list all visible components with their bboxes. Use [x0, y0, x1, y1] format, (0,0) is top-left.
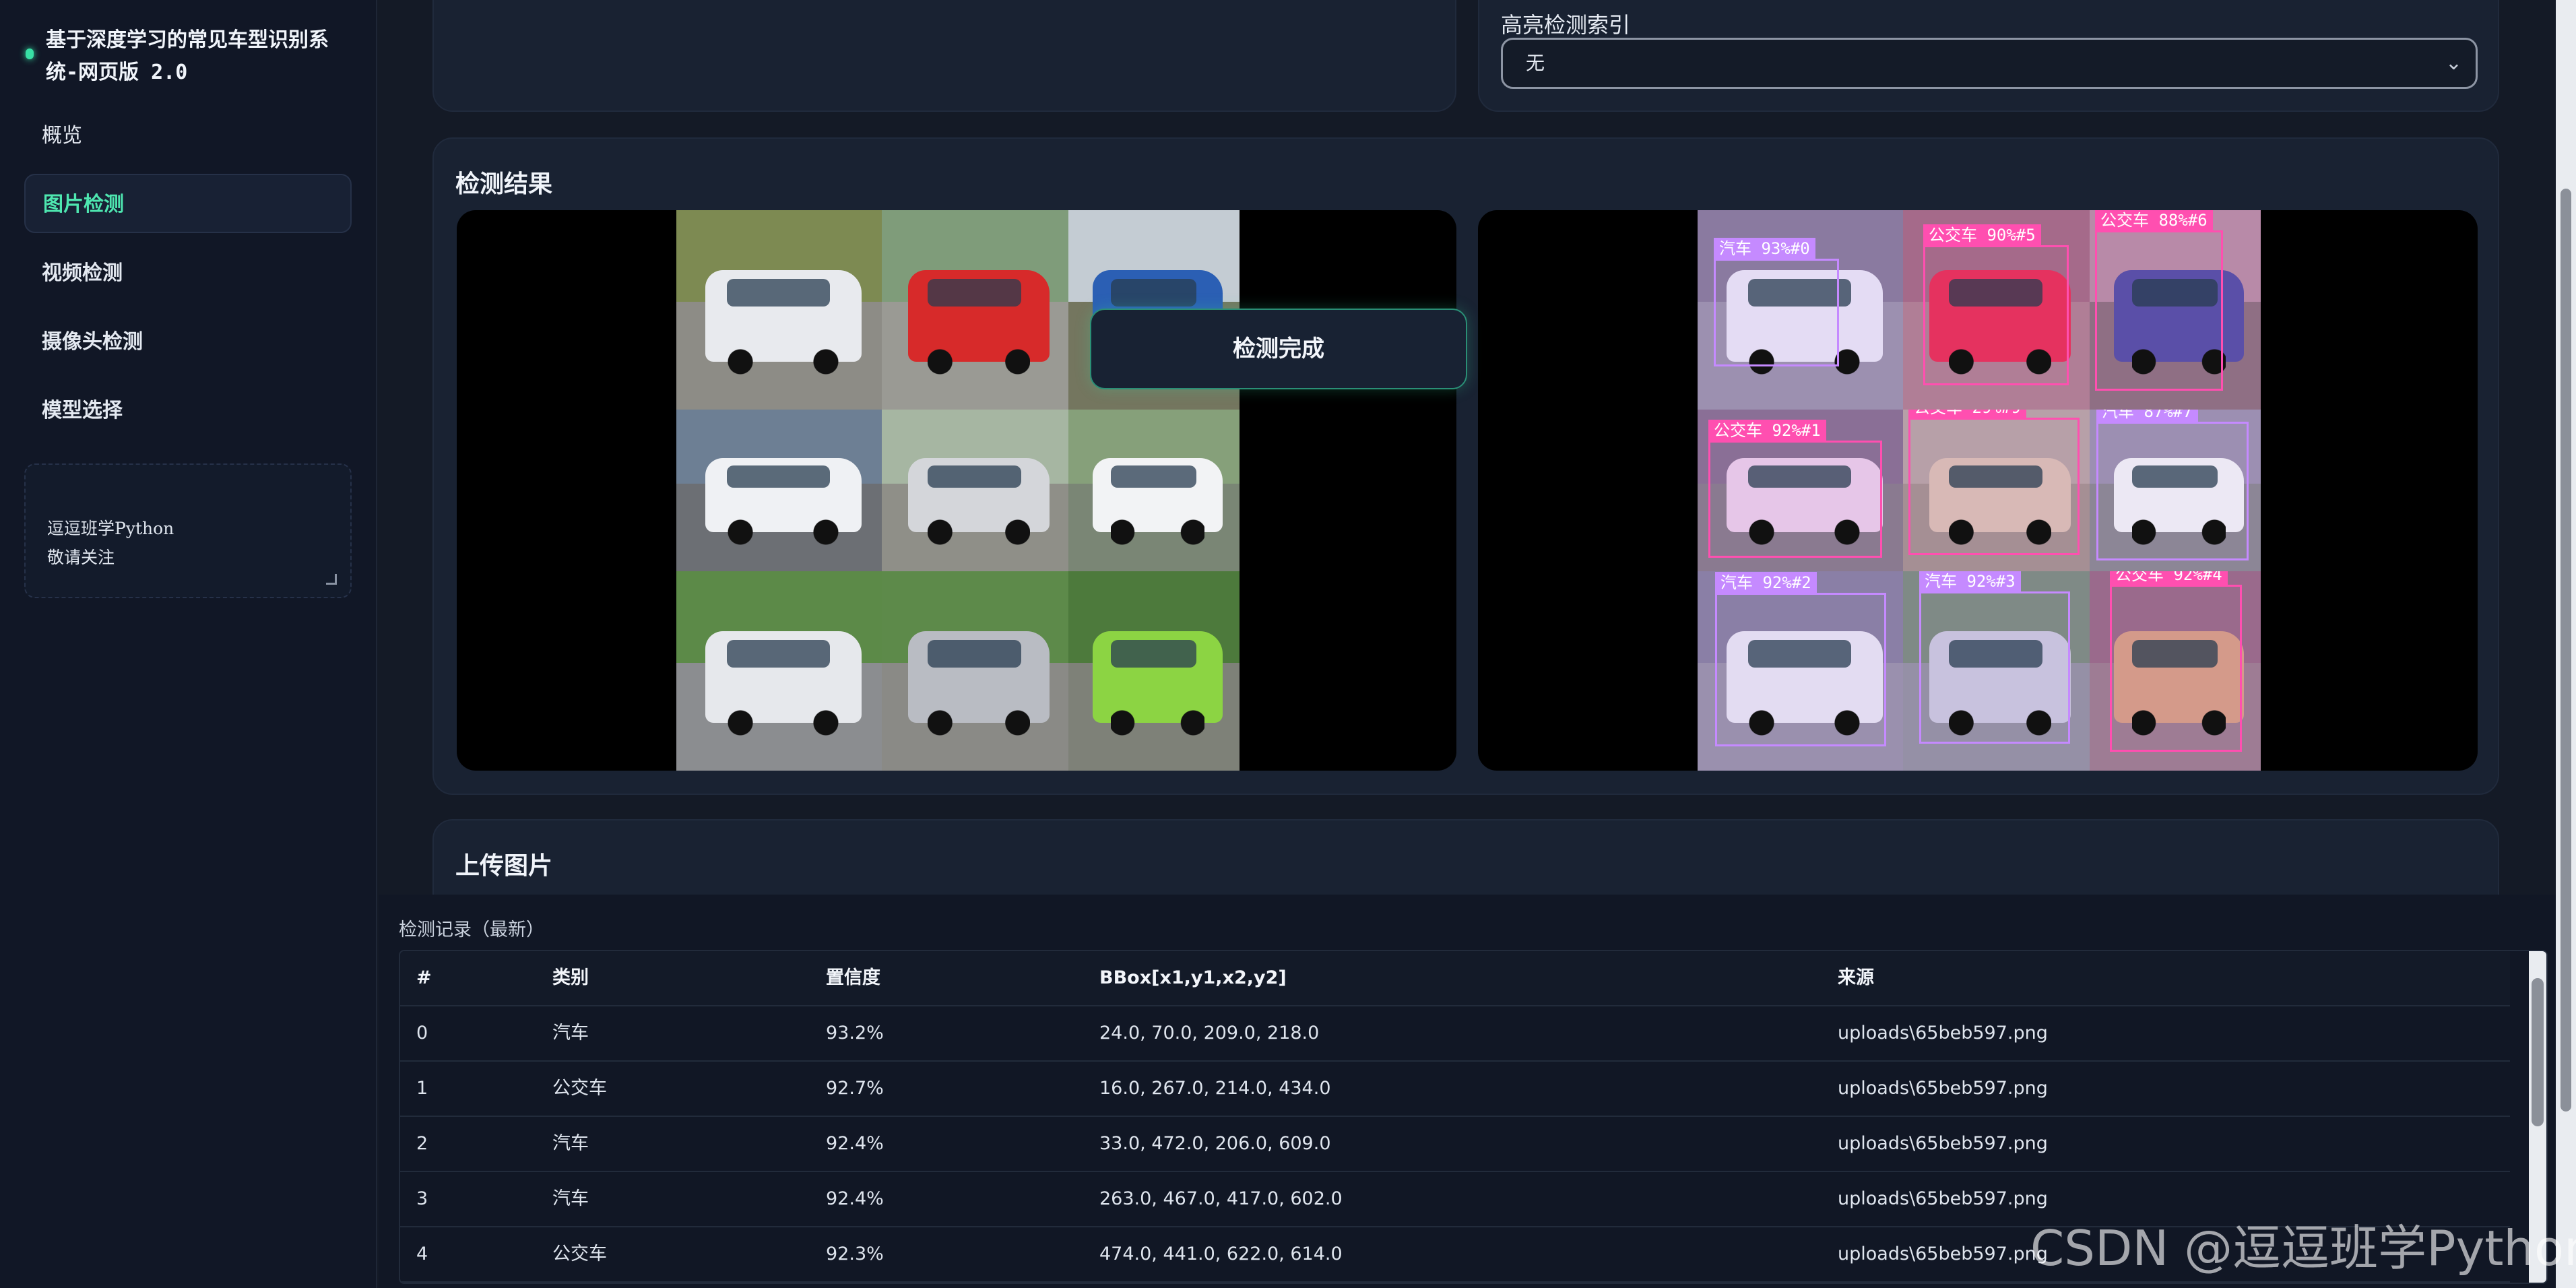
cell-index: 3	[416, 1188, 428, 1209]
cell-source: uploads\65beb597.png	[1838, 1023, 2048, 1043]
nav-item-image-detection[interactable]: 图片检测	[24, 174, 352, 233]
cell-index: 1	[416, 1078, 428, 1099]
nav-item-model-selection[interactable]: 模型选择	[24, 381, 352, 441]
original-image	[676, 210, 1239, 771]
bbox-5[interactable]: 公交车 90%#5	[1923, 224, 2069, 385]
tile-coach-bus	[676, 410, 882, 571]
result-tile-0: 汽车 93%#0	[1698, 210, 1903, 410]
bbox-3[interactable]: 汽车 92%#3	[1919, 571, 2070, 744]
tile-tanker-truck	[882, 410, 1068, 571]
cell-class: 汽车	[552, 1188, 589, 1209]
table-row[interactable]: 2 汽车 92.4% 33.0, 472.0, 206.0, 609.0 upl…	[400, 1117, 2510, 1172]
tile-fire-truck	[882, 210, 1068, 410]
cell-bbox: 263.0, 467.0, 417.0, 602.0	[1099, 1188, 1343, 1209]
cell-confidence: 93.2%	[826, 1023, 884, 1043]
tile-minibus-green	[1068, 571, 1239, 771]
cell-bbox: 16.0, 267.0, 214.0, 434.0	[1099, 1078, 1331, 1099]
cell-source: uploads\65beb597.png	[1838, 1188, 2048, 1209]
bbox-0[interactable]: 汽车 93%#0	[1714, 238, 1839, 366]
highlight-index-value: 无	[1526, 52, 1545, 74]
bbox-label: 汽车 93%#0	[1714, 238, 1815, 259]
cell-confidence: 92.3%	[826, 1244, 884, 1264]
column-header-confidence[interactable]: 置信度	[826, 951, 880, 1005]
nav-item-overview[interactable]: 概览	[24, 106, 352, 166]
result-image-panel: 汽车 93%#0 公交车 90%#5 公交车 88%#6 公交车 92%#1 公…	[1478, 210, 2478, 771]
cell-bbox: 474.0, 441.0, 622.0, 614.0	[1099, 1244, 1343, 1264]
bbox-label: 公交车 29%#9	[1908, 410, 2026, 418]
resize-handle-icon[interactable]	[326, 574, 337, 585]
upload-preview-card	[432, 0, 1456, 112]
bbox-label: 汽车 92%#3	[1919, 571, 2021, 592]
table-scroll-thumb[interactable]	[2532, 978, 2544, 1126]
original-image-panel	[457, 210, 1456, 771]
table-row[interactable]: 0 汽车 93.2% 24.0, 70.0, 209.0, 218.0 uplo…	[400, 1006, 2510, 1062]
bbox-1[interactable]: 公交车 92%#1	[1708, 420, 1882, 558]
cell-class: 公交车	[552, 1078, 607, 1099]
bbox-label: 公交车 88%#6	[2095, 210, 2213, 231]
cell-class: 公交车	[552, 1244, 607, 1264]
cell-confidence: 92.7%	[826, 1078, 884, 1099]
notes-text: 逗逗班学Python 敬请关注	[47, 519, 174, 567]
result-tile-4: 公交车 29%#9	[1903, 410, 2090, 571]
column-header-source[interactable]: 来源	[1838, 951, 1874, 1005]
page-scrollbar[interactable]	[2556, 0, 2576, 1288]
result-tile-5: 汽车 87%#7	[2090, 410, 2261, 571]
bbox-2[interactable]: 汽车 92%#2	[1715, 572, 1886, 746]
notes-textarea[interactable]: 逗逗班学Python 敬请关注	[24, 463, 352, 598]
column-header-bbox[interactable]: BBox[x1,y1,x2,y2]	[1099, 951, 1287, 1005]
column-header-index[interactable]: #	[416, 951, 432, 1005]
results-title: 检测结果	[455, 170, 553, 198]
cell-confidence: 92.4%	[826, 1188, 884, 1209]
cell-bbox: 33.0, 472.0, 206.0, 609.0	[1099, 1133, 1331, 1154]
nav-item-camera-detection[interactable]: 摄像头检测	[24, 313, 352, 372]
tile-mpv	[882, 571, 1068, 771]
highlight-index-select[interactable]: 无 ⌄	[1501, 38, 2478, 89]
column-header-class[interactable]: 类别	[552, 951, 589, 1005]
bbox-label: 汽车 92%#2	[1715, 572, 1817, 593]
result-image: 汽车 93%#0 公交车 90%#5 公交车 88%#6 公交车 92%#1 公…	[1698, 210, 2261, 771]
detection-complete-toast: 检测完成	[1090, 309, 1467, 389]
watermark: CSDN @逗逗班学Python	[2030, 1220, 2576, 1277]
cell-index: 0	[416, 1023, 428, 1043]
upload-title: 上传图片	[455, 852, 553, 880]
cell-source: uploads\65beb597.png	[1838, 1244, 2048, 1264]
app-title: 基于深度学习的常见车型识别系统-网页版 2.0	[46, 28, 329, 84]
bbox-6[interactable]: 公交车 88%#6	[2095, 210, 2223, 391]
sidebar: 基于深度学习的常见车型识别系统-网页版 2.0 概览 图片检测 视频检测 摄像头…	[0, 0, 377, 1288]
tile-suv-silver	[676, 571, 882, 771]
bbox-9[interactable]: 公交车 29%#9	[1908, 410, 2080, 555]
bbox-label: 公交车 92%#4	[2110, 571, 2228, 585]
result-tile-8: 公交车 92%#4	[2090, 571, 2261, 771]
result-tile-7: 汽车 92%#3	[1903, 571, 2090, 771]
highlight-index-label: 高亮检测索引	[1501, 12, 1631, 38]
log-title: 检测记录（最新）	[399, 920, 544, 940]
bbox-label: 汽车 87%#7	[2096, 410, 2198, 422]
table-header-row: # 类别 置信度 BBox[x1,y1,x2,y2] 来源	[400, 951, 2510, 1006]
cell-class: 汽车	[552, 1133, 589, 1154]
nav-item-video-detection[interactable]: 视频检测	[24, 244, 352, 303]
tile-van	[1068, 410, 1239, 571]
tile-suv-white	[676, 210, 882, 410]
result-tile-3: 公交车 92%#1	[1698, 410, 1903, 571]
cell-source: uploads\65beb597.png	[1838, 1078, 2048, 1099]
chevron-down-icon: ⌄	[2445, 51, 2462, 75]
page-scroll-thumb[interactable]	[2561, 189, 2571, 1112]
bbox-label: 公交车 90%#5	[1923, 224, 2041, 246]
cell-source: uploads\65beb597.png	[1838, 1133, 2048, 1154]
bbox-4[interactable]: 公交车 92%#4	[2110, 571, 2242, 752]
result-tile-2: 公交车 88%#6	[2090, 210, 2261, 410]
status-dot-icon	[26, 49, 34, 59]
bbox-7[interactable]: 汽车 87%#7	[2096, 410, 2249, 560]
cell-confidence: 92.4%	[826, 1133, 884, 1154]
cell-index: 4	[416, 1244, 428, 1264]
cell-bbox: 24.0, 70.0, 209.0, 218.0	[1099, 1023, 1320, 1043]
cell-index: 2	[416, 1133, 428, 1154]
cell-class: 汽车	[552, 1023, 589, 1043]
result-tile-6: 汽车 92%#2	[1698, 571, 1903, 771]
bbox-label: 公交车 92%#1	[1708, 420, 1826, 441]
table-row[interactable]: 1 公交车 92.7% 16.0, 267.0, 214.0, 434.0 up…	[400, 1062, 2510, 1117]
result-tile-1: 公交车 90%#5	[1903, 210, 2090, 410]
